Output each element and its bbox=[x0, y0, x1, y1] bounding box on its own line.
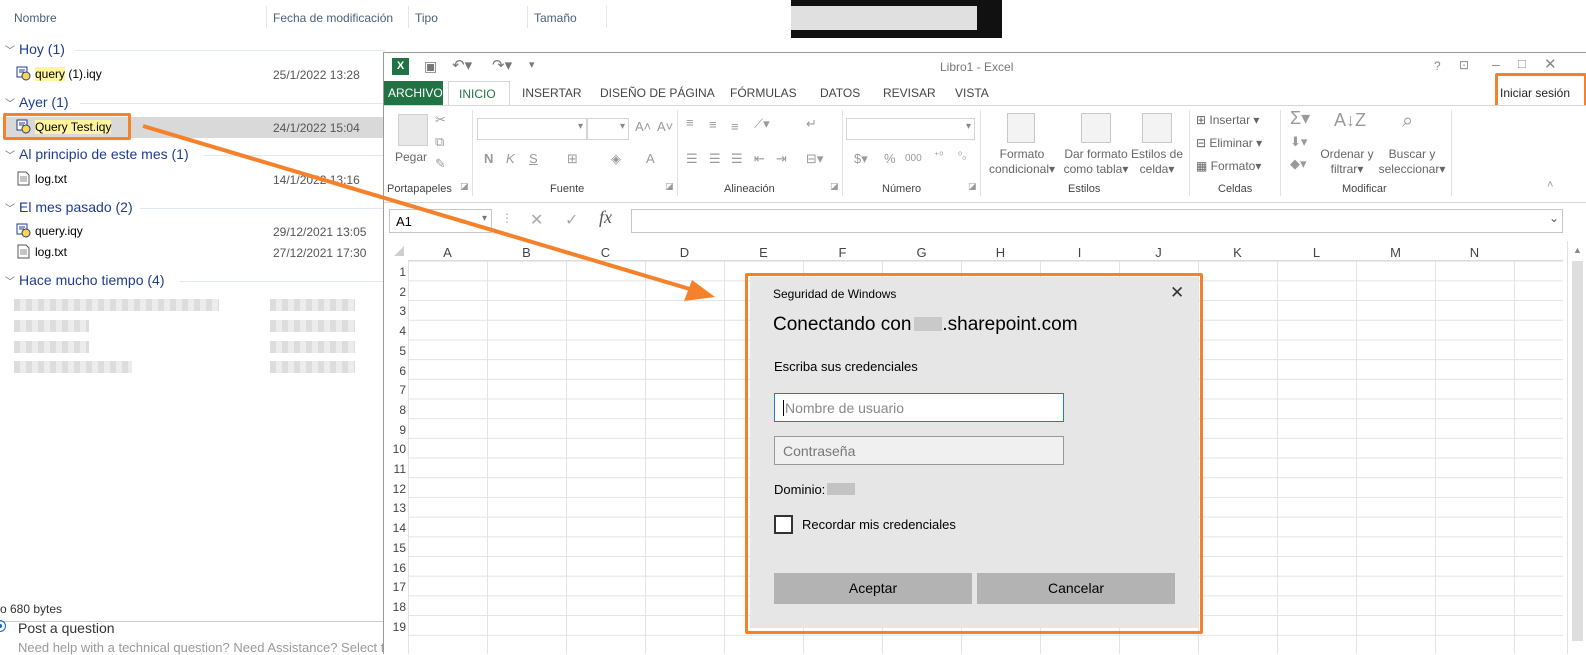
username-input[interactable]: Nombre de usuario bbox=[774, 393, 1064, 422]
domain-line: Dominio: bbox=[774, 482, 856, 497]
windows-security-dialog: Seguridad de Windows ✕ Conectando con .sh… bbox=[750, 277, 1199, 628]
dialog-title: Seguridad de Windows bbox=[773, 287, 897, 301]
close-icon[interactable]: ✕ bbox=[1170, 283, 1184, 303]
remember-label[interactable]: Recordar mis credenciales bbox=[802, 517, 956, 532]
accept-button[interactable]: Aceptar bbox=[774, 573, 972, 604]
blurred-tenant bbox=[914, 317, 943, 331]
password-input[interactable]: Contraseña bbox=[774, 436, 1064, 465]
dialog-heading: Conectando con .sharepoint.com bbox=[773, 314, 1078, 335]
remember-checkbox[interactable] bbox=[774, 515, 793, 534]
cancel-button[interactable]: Cancelar bbox=[977, 573, 1175, 604]
credentials-prompt: Escriba sus credenciales bbox=[774, 359, 918, 374]
blurred-domain bbox=[827, 483, 856, 495]
